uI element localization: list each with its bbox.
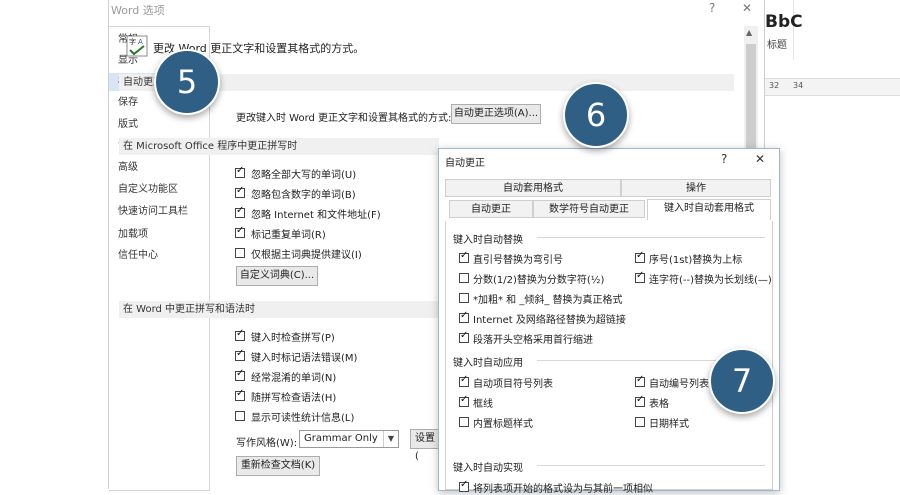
custom-dictionaries-button[interactable]: 自定义词典(C)... [236, 266, 318, 286]
auto-bullets-label: 自动项目符号列表 [473, 379, 553, 390]
borders-checkbox[interactable] [459, 394, 469, 407]
recheck-document-button[interactable]: 重新检查文档(K) [236, 456, 320, 476]
heading-styles-checkbox[interactable] [459, 417, 469, 427]
tables-label: 表格 [649, 399, 669, 410]
confused-words-label: 经常混淆的单词(N) [251, 373, 337, 384]
ordinals-label: 序号(1st)替换为上标 [649, 255, 743, 266]
flag-repeated-label: 标记重复单词(R) [251, 230, 326, 241]
autocorrect-dialog: 自动更正 ? ✕ 自动套用格式 操作 自动更正 数学符号自动更正 键入时自动套用… [438, 148, 780, 495]
autocorrect-close-button[interactable]: ✕ [755, 152, 765, 166]
writing-style-value: Grammar Only [304, 433, 378, 444]
section-word-spelling: 在 Word 中更正拼写和语法时 [119, 301, 439, 318]
ignore-uppercase-label: 忽略全部大写的单词(U) [251, 170, 357, 181]
tables-checkbox[interactable] [635, 394, 645, 407]
tab-actions[interactable]: 操作 [621, 179, 771, 197]
tab-row-bottom: 自动更正 数学符号自动更正 键入时自动套用格式 [445, 199, 771, 220]
fractions-checkbox[interactable] [459, 273, 469, 283]
borders-label: 框线 [473, 399, 493, 410]
section-divider [537, 237, 765, 238]
section-office-spelling: 在 Microsoft Office 程序中更正拼写时 [119, 138, 439, 155]
proofing-abc-icon: 字 A [126, 35, 148, 57]
scroll-up-icon[interactable]: ▲ [746, 28, 752, 37]
confused-words-checkbox[interactable] [235, 368, 245, 381]
tab-autoformat[interactable]: 自动套用格式 [445, 179, 621, 197]
nav-item-trust-center[interactable]: 信任中心 [118, 247, 208, 265]
list-format-label: 将列表项开始的格式设为与其前一项相似 [473, 484, 653, 495]
hyphens-checkbox[interactable] [635, 270, 645, 283]
heading-styles-label: 内置标题样式 [473, 419, 533, 430]
readability-checkbox[interactable] [235, 411, 245, 421]
tab-math-autocorrect[interactable]: 数学符号自动更正 [533, 200, 645, 218]
title-bar: Word 选项 ? ✕ [109, 0, 764, 18]
nav-item-layout[interactable]: 版式 [118, 116, 208, 134]
ignore-numbers-checkbox[interactable] [235, 185, 245, 198]
nav-item-addins[interactable]: 加载项 [118, 226, 208, 244]
writing-style-label: 写作风格(W): [236, 438, 298, 449]
step-callout-7: 7 [709, 348, 775, 414]
bold-italic-label: *加粗* 和 _倾斜_ 替换为真正格式 [473, 295, 623, 306]
bold-italic-checkbox[interactable] [459, 293, 469, 303]
date-styles-label: 日期样式 [649, 419, 689, 430]
ruler-mark: 32 [769, 81, 780, 90]
auto-bullets-checkbox[interactable] [459, 374, 469, 387]
mark-grammar-label: 键入时标记语法错误(M) [251, 353, 358, 364]
main-dict-only-checkbox[interactable] [235, 248, 245, 258]
hyphens-label: 连字符(--)替换为长划线(—) [649, 275, 772, 286]
help-button[interactable]: ? [709, 1, 715, 15]
svg-text:A: A [138, 38, 143, 46]
step-callout-5: 5 [154, 49, 220, 115]
check-spelling-label: 键入时检查拼写(P) [251, 333, 335, 344]
nav-item-advanced[interactable]: 高级 [118, 159, 208, 177]
autocorrect-dialog-title: 自动更正 [445, 158, 485, 169]
writing-style-select[interactable]: Grammar Only ▼ [299, 430, 399, 448]
section-replace-as-you-type: 键入时自动替换 [453, 235, 523, 246]
scrollbar-thumb[interactable] [746, 44, 756, 164]
nav-item-customize-ribbon[interactable]: 自定义功能区 [118, 181, 208, 199]
section-apply-as-you-type: 键入时自动应用 [453, 358, 523, 369]
date-styles-checkbox[interactable] [635, 417, 645, 427]
check-grammar-checkbox[interactable] [235, 388, 245, 401]
hyperlinks-label: Internet 及网络路径替换为超链接 [473, 315, 626, 326]
autocorrect-help-button[interactable]: ? [721, 152, 727, 166]
straight-quotes-checkbox[interactable] [459, 250, 469, 263]
check-spelling-checkbox[interactable] [235, 328, 245, 341]
ruler-mark: 34 [793, 81, 804, 90]
check-grammar-label: 随拼写检查语法(H) [251, 393, 337, 404]
ignore-internet-label: 忽略 Internet 和文件地址(F) [251, 210, 381, 221]
ignore-uppercase-checkbox[interactable] [235, 165, 245, 178]
ignore-numbers-label: 忽略包含数字的单词(B) [251, 190, 356, 201]
section-automatically-as-you-type: 键入时自动实现 [453, 463, 523, 474]
step-callout-6: 6 [563, 82, 629, 148]
auto-numbering-label: 自动编号列表 [649, 379, 709, 390]
main-dict-only-label: 仅根据主词典提供建议(I) [251, 250, 362, 261]
mark-grammar-checkbox[interactable] [235, 348, 245, 361]
readability-label: 显示可读性统计信息(L) [251, 413, 355, 424]
tab-autocorrect[interactable]: 自动更正 [449, 200, 533, 218]
auto-numbering-checkbox[interactable] [635, 374, 645, 387]
fractions-label: 分数(1/2)替换为分数字符(½) [473, 275, 605, 286]
tab-row-top: 自动套用格式 操作 [445, 179, 771, 197]
background-word-ribbon: BbC 标题 32 34 [765, 0, 900, 110]
list-format-checkbox[interactable] [459, 479, 469, 492]
tab-autoformat-as-you-type[interactable]: 键入时自动套用格式 [647, 199, 771, 220]
style-preview[interactable]: BbC [765, 12, 803, 32]
ruler: 32 34 [765, 78, 900, 96]
ignore-internet-checkbox[interactable] [235, 205, 245, 218]
flag-repeated-checkbox[interactable] [235, 225, 245, 238]
ordinals-checkbox[interactable] [635, 250, 645, 263]
autocorrect-options-button[interactable]: 自动更正选项(A)... [451, 104, 541, 124]
first-line-indent-label: 段落开头空格采用首行缩进 [473, 335, 593, 346]
close-button[interactable]: ✕ [742, 1, 752, 15]
chevron-down-icon: ▼ [383, 431, 398, 447]
autocorrect-description: 更改键入时 Word 更正文字和设置其格式的方式: [236, 113, 452, 124]
first-line-indent-checkbox[interactable] [459, 330, 469, 343]
section-divider [537, 465, 765, 466]
straight-quotes-label: 直引号替换为弯引号 [473, 255, 563, 266]
hyperlinks-checkbox[interactable] [459, 310, 469, 323]
nav-item-quick-access[interactable]: 快速访问工具栏 [118, 203, 208, 221]
style-name: 标题 [767, 40, 787, 51]
dialog-title: Word 选项 [111, 4, 165, 17]
svg-text:字: 字 [129, 37, 136, 46]
settings-button[interactable]: 设置( [410, 429, 438, 462]
